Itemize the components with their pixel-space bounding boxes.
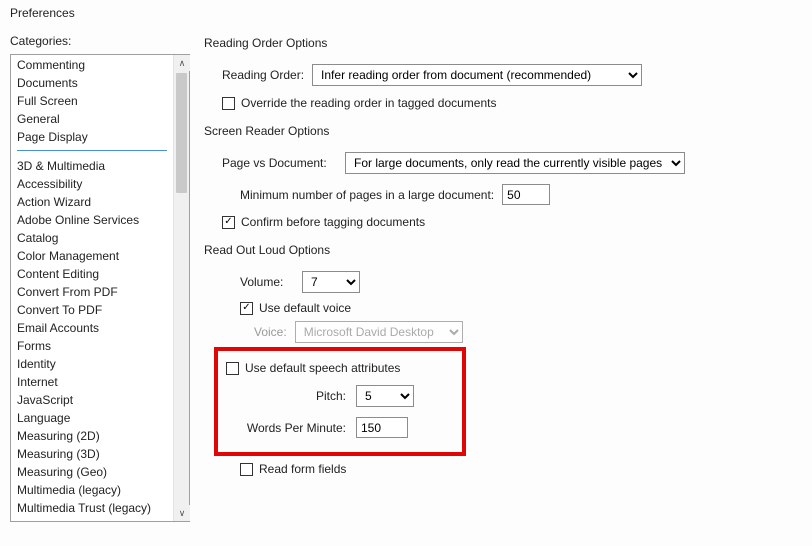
voice-label: Voice: xyxy=(254,325,287,339)
pitch-select[interactable]: 5 xyxy=(356,385,414,407)
page-vs-document-select[interactable]: For large documents, only read the curre… xyxy=(345,152,685,174)
category-item[interactable]: Multimedia (legacy) xyxy=(11,481,173,499)
scrollbar[interactable]: ∧ ∨ xyxy=(173,55,189,521)
category-item[interactable]: 3D & Multimedia xyxy=(11,157,173,175)
category-item[interactable]: Color Management xyxy=(11,247,173,265)
read-form-fields-label: Read form fields xyxy=(259,462,346,476)
read-form-fields-checkbox[interactable] xyxy=(240,463,253,476)
use-default-voice-label: Use default voice xyxy=(259,301,351,315)
category-item[interactable]: JavaScript xyxy=(11,391,173,409)
pitch-label: Pitch: xyxy=(226,389,346,403)
reading-order-select[interactable]: Infer reading order from document (recom… xyxy=(312,64,642,86)
categories-listbox[interactable]: CommentingDocumentsFull ScreenGeneralPag… xyxy=(10,54,190,522)
reading-order-label: Reading Order: xyxy=(222,68,304,82)
category-item[interactable]: Forms xyxy=(11,337,173,355)
category-item[interactable]: Adobe Online Services xyxy=(11,211,173,229)
category-item[interactable]: Measuring (2D) xyxy=(11,427,173,445)
category-item[interactable]: Convert From PDF xyxy=(11,283,173,301)
category-item[interactable]: Identity xyxy=(11,355,173,373)
screen-reader-section: Screen Reader Options Page vs Document: … xyxy=(204,124,802,229)
category-item[interactable]: Measuring (3D) xyxy=(11,445,173,463)
category-item[interactable]: Catalog xyxy=(11,229,173,247)
override-label: Override the reading order in tagged doc… xyxy=(241,96,497,110)
scroll-up-icon[interactable]: ∧ xyxy=(174,55,190,71)
read-out-loud-legend: Read Out Loud Options xyxy=(204,243,802,261)
category-item[interactable]: Email Accounts xyxy=(11,319,173,337)
confirm-tagging-label: Confirm before tagging documents xyxy=(241,215,425,229)
screen-reader-legend: Screen Reader Options xyxy=(204,124,802,142)
read-out-loud-section: Read Out Loud Options Volume: 7 Use defa… xyxy=(204,243,802,476)
category-item[interactable]: Documents xyxy=(11,74,173,92)
category-item[interactable]: Measuring (Geo) xyxy=(11,463,173,481)
category-item[interactable]: Convert To PDF xyxy=(11,301,173,319)
scroll-thumb[interactable] xyxy=(176,73,187,193)
override-checkbox[interactable] xyxy=(222,97,235,110)
reading-order-section: Reading Order Options Reading Order: Inf… xyxy=(204,36,802,110)
categories-label: Categories: xyxy=(10,34,190,48)
category-item[interactable]: Action Wizard xyxy=(11,193,173,211)
use-default-speech-label: Use default speech attributes xyxy=(245,361,400,375)
min-pages-label: Minimum number of pages in a large docum… xyxy=(240,188,494,202)
category-item[interactable]: Language xyxy=(11,409,173,427)
category-divider xyxy=(17,150,167,151)
category-item[interactable]: Commenting xyxy=(11,56,173,74)
use-default-voice-checkbox[interactable] xyxy=(240,302,253,315)
wpm-input[interactable] xyxy=(356,417,408,438)
min-pages-input[interactable] xyxy=(502,184,550,205)
category-item[interactable]: Accessibility xyxy=(11,175,173,193)
highlight-box: Use default speech attributes Pitch: 5 W… xyxy=(214,347,466,456)
volume-select[interactable]: 7 xyxy=(302,271,360,293)
category-item[interactable]: Internet xyxy=(11,373,173,391)
window-title: Preferences xyxy=(0,0,812,34)
confirm-tagging-checkbox[interactable] xyxy=(222,216,235,229)
wpm-label: Words Per Minute: xyxy=(226,421,346,435)
reading-order-legend: Reading Order Options xyxy=(204,36,802,54)
category-item[interactable]: Full Screen xyxy=(11,92,173,110)
page-vs-document-label: Page vs Document: xyxy=(222,156,337,170)
category-item[interactable]: Content Editing xyxy=(11,265,173,283)
use-default-speech-checkbox[interactable] xyxy=(226,362,239,375)
voice-select: Microsoft David Desktop xyxy=(295,321,463,343)
category-item[interactable]: Multimedia Trust (legacy) xyxy=(11,499,173,517)
volume-label: Volume: xyxy=(240,275,294,289)
scroll-down-icon[interactable]: ∨ xyxy=(174,505,190,521)
category-item[interactable]: General xyxy=(11,110,173,128)
category-item[interactable]: Page Display xyxy=(11,128,173,146)
